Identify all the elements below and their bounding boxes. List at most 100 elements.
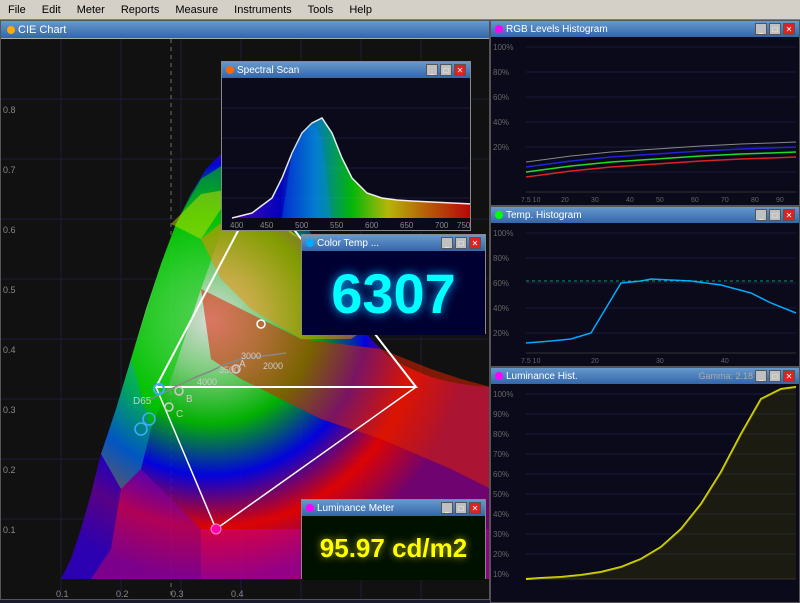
menu-file[interactable]: File: [4, 3, 30, 17]
cie-icon: [7, 26, 15, 34]
lum-hist-title-label: Luminance Hist.: [506, 371, 578, 382]
menu-edit[interactable]: Edit: [38, 3, 65, 17]
svg-text:0.2: 0.2: [3, 465, 16, 475]
luminance-title-bar[interactable]: Luminance Meter _ □ ✕: [302, 500, 485, 516]
svg-text:40%: 40%: [493, 510, 509, 519]
svg-text:60%: 60%: [493, 279, 509, 288]
svg-text:C: C: [176, 409, 183, 420]
colortemp-maximize-btn[interactable]: □: [455, 237, 467, 249]
svg-text:500: 500: [295, 221, 309, 230]
svg-text:100%: 100%: [493, 390, 513, 399]
menu-meter[interactable]: Meter: [73, 3, 109, 17]
svg-text:10%: 10%: [493, 570, 509, 579]
svg-text:40: 40: [626, 197, 634, 204]
svg-text:20: 20: [561, 197, 569, 204]
svg-text:100%: 100%: [493, 43, 513, 52]
svg-text:400: 400: [230, 221, 244, 230]
rgb-hist-minimize-btn[interactable]: _: [755, 23, 767, 35]
spectral-window: Spectral Scan _ □ ✕: [221, 61, 471, 231]
spectral-chart: 400 450 500 550 600 650 700 750: [222, 78, 470, 230]
spectral-minimize-btn[interactable]: _: [426, 64, 438, 76]
svg-text:D65: D65: [133, 396, 152, 407]
svg-text:40%: 40%: [493, 304, 509, 313]
menu-instruments[interactable]: Instruments: [230, 3, 295, 17]
svg-text:0.4: 0.4: [231, 589, 244, 599]
temp-hist-close-btn[interactable]: ✕: [783, 209, 795, 221]
menu-help[interactable]: Help: [345, 3, 376, 17]
colortemp-title-bar[interactable]: Color Temp ... _ □ ✕: [302, 235, 485, 251]
colortemp-display: 6307: [302, 251, 485, 335]
svg-text:7.5 10: 7.5 10: [521, 358, 541, 365]
menu-reports[interactable]: Reports: [117, 3, 164, 17]
temp-hist-maximize-btn[interactable]: □: [769, 209, 781, 221]
svg-text:0.6: 0.6: [3, 225, 16, 235]
temp-histogram-chart: 100% 80% 60% 40% 20% 7.5 10 20 30 40: [491, 223, 799, 366]
svg-text:7.5 10: 7.5 10: [521, 197, 541, 204]
svg-text:550: 550: [330, 221, 344, 230]
svg-text:20: 20: [591, 358, 599, 365]
svg-text:0.2: 0.2: [116, 589, 129, 599]
colortemp-window: Color Temp ... _ □ ✕ 6307: [301, 234, 486, 334]
temp-hist-title-bar[interactable]: Temp. Histogram _ □ ✕: [491, 207, 799, 223]
luminance-icon: [306, 504, 314, 512]
rgb-histogram-panel: RGB Levels Histogram _ □ ✕: [490, 20, 800, 206]
svg-text:50: 50: [656, 197, 664, 204]
svg-text:60: 60: [691, 197, 699, 204]
luminance-title-label: Luminance Meter: [317, 503, 394, 514]
main-area: CIE Chart: [0, 20, 800, 600]
lum-hist-subtitle: Gamma: 2.18: [698, 371, 753, 381]
lum-hist-title-bar[interactable]: Luminance Hist. Gamma: 2.18 _ □ ✕: [491, 368, 799, 384]
svg-text:2000: 2000: [263, 361, 283, 371]
svg-text:0.7: 0.7: [3, 165, 16, 175]
colortemp-minimize-btn[interactable]: _: [441, 237, 453, 249]
svg-text:90%: 90%: [493, 410, 509, 419]
rgb-hist-close-btn[interactable]: ✕: [783, 23, 795, 35]
temp-hist-minimize-btn[interactable]: _: [755, 209, 767, 221]
colortemp-close-btn[interactable]: ✕: [469, 237, 481, 249]
lum-hist-icon: [495, 372, 503, 380]
luminance-meter-window: Luminance Meter _ □ ✕ 95.97 cd/m2: [301, 499, 486, 579]
lum-hist-minimize-btn[interactable]: _: [755, 370, 767, 382]
svg-text:700: 700: [435, 221, 449, 230]
menu-tools[interactable]: Tools: [304, 3, 338, 17]
rgb-histogram-chart: 100% 80% 60% 40% 20% 7.5 10 20 30 40 50 …: [491, 37, 799, 205]
temp-hist-icon: [495, 211, 503, 219]
cie-panel: CIE Chart: [0, 20, 490, 600]
lum-hist-maximize-btn[interactable]: □: [769, 370, 781, 382]
right-panels: RGB Levels Histogram _ □ ✕: [490, 20, 800, 600]
svg-text:4000: 4000: [197, 377, 217, 387]
menubar: File Edit Meter Reports Measure Instrume…: [0, 0, 800, 20]
temp-hist-title-label: Temp. Histogram: [506, 210, 582, 221]
temp-histogram-panel: Temp. Histogram _ □ ✕: [490, 206, 800, 367]
colortemp-icon: [306, 239, 314, 247]
cie-title-label: CIE Chart: [18, 24, 66, 36]
svg-text:20%: 20%: [493, 550, 509, 559]
lum-hist-close-btn[interactable]: ✕: [783, 370, 795, 382]
svg-text:0.8: 0.8: [3, 105, 16, 115]
luminance-minimize-btn[interactable]: _: [441, 502, 453, 514]
svg-text:60%: 60%: [493, 470, 509, 479]
luminance-display: 95.97 cd/m2: [302, 516, 485, 580]
spectral-title-label: Spectral Scan: [237, 65, 299, 76]
spectral-maximize-btn[interactable]: □: [440, 64, 452, 76]
svg-text:80: 80: [751, 197, 759, 204]
cie-canvas: D65 B C A 2000 3000 3500 4000: [1, 39, 490, 600]
rgb-hist-title-bar[interactable]: RGB Levels Histogram _ □ ✕: [491, 21, 799, 37]
svg-text:0.4: 0.4: [3, 345, 16, 355]
spectral-close-btn[interactable]: ✕: [454, 64, 466, 76]
spectral-title-bar[interactable]: Spectral Scan _ □ ✕: [222, 62, 470, 78]
colortemp-value: 6307: [331, 261, 456, 326]
luminance-close-btn[interactable]: ✕: [469, 502, 481, 514]
menu-measure[interactable]: Measure: [171, 3, 222, 17]
svg-text:60%: 60%: [493, 93, 509, 102]
svg-text:40%: 40%: [493, 118, 509, 127]
svg-text:450: 450: [260, 221, 274, 230]
svg-text:3500: 3500: [219, 365, 239, 375]
svg-text:0.3: 0.3: [171, 589, 184, 599]
luminance-maximize-btn[interactable]: □: [455, 502, 467, 514]
rgb-hist-maximize-btn[interactable]: □: [769, 23, 781, 35]
rgb-hist-icon: [495, 25, 503, 33]
svg-text:600: 600: [365, 221, 379, 230]
cie-title-bar[interactable]: CIE Chart: [1, 21, 489, 39]
svg-text:100%: 100%: [493, 229, 513, 238]
